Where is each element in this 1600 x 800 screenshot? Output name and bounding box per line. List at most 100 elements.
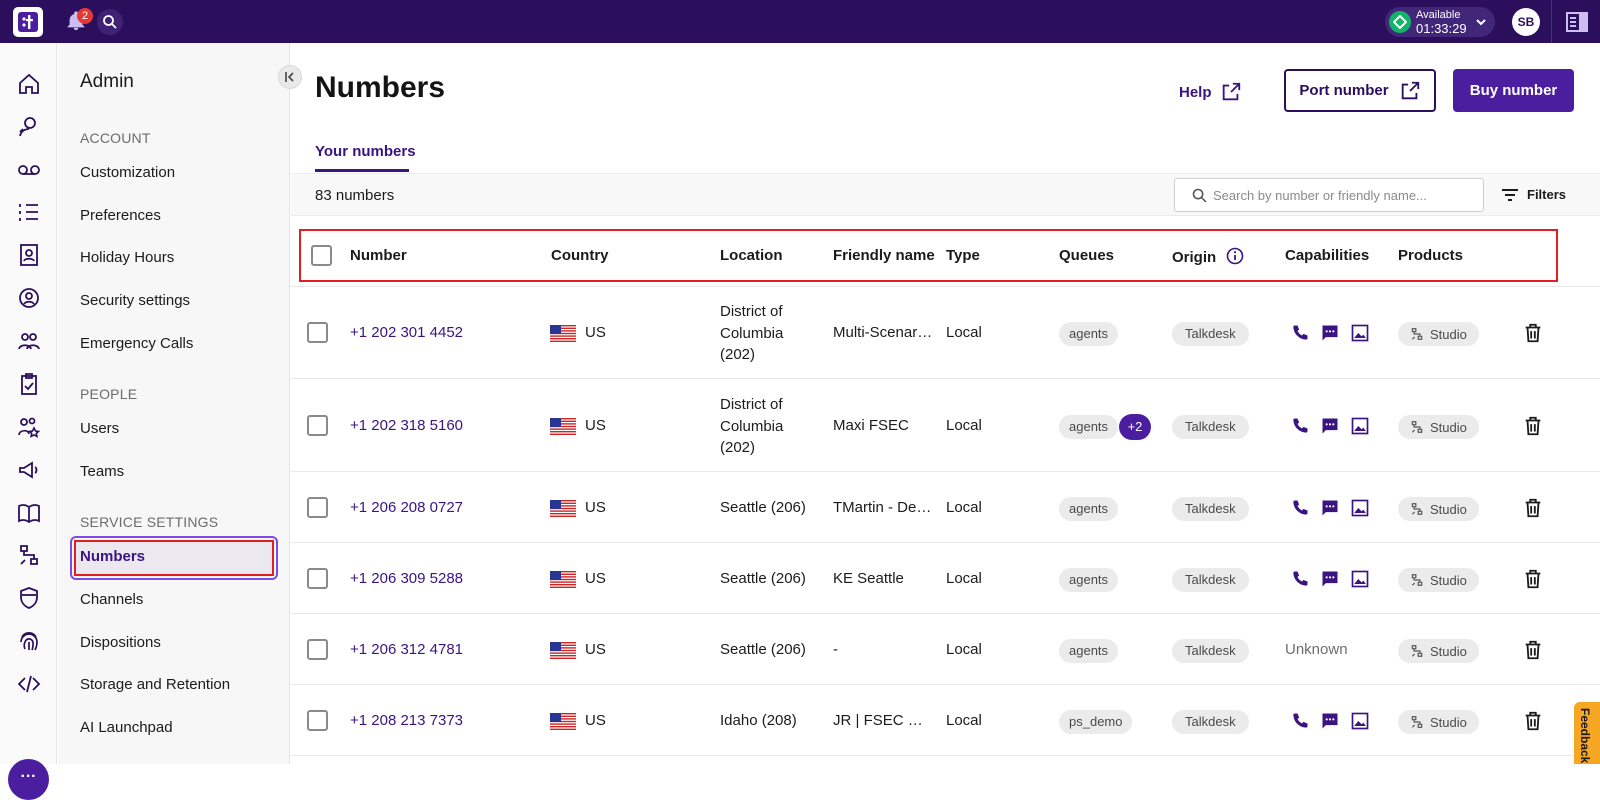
buy-number-button[interactable]: Buy number [1453,69,1574,112]
studio-icon [1411,328,1423,340]
agent-icon[interactable] [17,115,41,139]
product-chip: Studio [1398,639,1479,663]
row-checkbox[interactable] [307,415,328,436]
column-country[interactable]: Country [551,247,609,264]
origin-chip: Talkdesk [1172,497,1249,521]
sidebar-item-preferences[interactable]: Preferences [80,207,161,224]
row-checkbox[interactable] [307,639,328,660]
sidebar-item-channels[interactable]: Channels [80,591,143,608]
sidebar-item-teams[interactable]: Teams [80,463,124,480]
delete-icon[interactable] [1522,497,1544,519]
app-logo[interactable] [13,7,43,37]
table-row[interactable]: +1 206 309 5288 US Seattle (206) KE Seat… [291,544,1600,614]
help-link[interactable]: Help [1179,79,1242,105]
sidebar-item-storage-retention[interactable]: Storage and Retention [80,676,230,693]
contacts-icon[interactable] [17,243,41,267]
global-search-button[interactable] [97,9,123,35]
book-icon[interactable] [17,501,41,525]
table-row[interactable]: +1 202 301 4452 US District of Columbia … [291,287,1600,379]
column-origin-label: Origin [1172,249,1217,266]
table-row[interactable]: +1 202 318 5160 US District of Columbia … [291,380,1600,472]
studio-icon [1411,645,1423,657]
app-rail: ··· [0,43,57,800]
column-number[interactable]: Number [350,247,407,264]
status-selector[interactable]: Available 01:33:29 [1385,7,1495,37]
row-checkbox[interactable] [307,568,328,589]
sidebar-item-users[interactable]: Users [80,420,119,437]
phone-number-link[interactable]: +1 202 301 4452 [350,324,463,341]
search-input[interactable] [1213,180,1475,210]
table-toolbar: 83 numbers Filters [291,173,1600,216]
sidebar-item-holiday-hours[interactable]: Holiday Hours [80,249,174,266]
list-icon[interactable] [17,200,41,224]
info-icon[interactable] [1226,247,1244,265]
table-row[interactable]: +1 206 208 0727 US Seattle (206) TMartin… [291,473,1600,543]
product-label: Studio [1430,643,1467,659]
more-apps-button[interactable]: ··· [8,759,49,800]
column-type[interactable]: Type [946,247,980,264]
delete-icon[interactable] [1522,415,1544,437]
sidebar-item-customization[interactable]: Customization [80,164,175,181]
tab-your-numbers[interactable]: Your numbers [315,143,416,160]
status-indicator-icon [1389,11,1411,33]
voicemail-icon[interactable] [17,158,41,182]
delete-icon[interactable] [1522,710,1544,732]
column-queues[interactable]: Queues [1059,247,1114,264]
feedback-tab[interactable]: Feedback [1574,702,1600,764]
team-icon[interactable] [17,329,41,353]
user-avatar[interactable]: SB [1512,8,1540,36]
studio-icon[interactable] [17,543,41,567]
users-star-icon[interactable] [17,415,41,439]
select-all-checkbox[interactable] [311,245,332,266]
column-capabilities[interactable]: Capabilities [1285,247,1369,264]
product-chip: Studio [1398,322,1479,346]
phone-icon [1293,571,1308,586]
more-queues-badge[interactable]: +2 [1119,414,1151,440]
mms-image-icon [1351,570,1369,588]
sidebar-item-security-settings[interactable]: Security settings [80,292,190,309]
friendly-name: KE Seattle [833,570,904,587]
phone-number-link[interactable]: +1 206 309 5288 [350,570,463,587]
sidebar-item-emergency-calls[interactable]: Emergency Calls [80,335,193,352]
location: Seattle (206) [720,570,806,587]
live-icon[interactable] [17,286,41,310]
code-icon[interactable] [17,672,41,696]
sms-icon [1322,418,1338,434]
country-code: US [585,641,606,658]
megaphone-icon[interactable] [17,458,41,482]
phone-number-link[interactable]: +1 206 312 4781 [350,641,463,658]
help-label: Help [1179,83,1212,101]
search-field[interactable] [1174,178,1484,212]
phone-number-link[interactable]: +1 208 213 7373 [350,712,463,729]
chevron-down-icon [1476,19,1486,26]
table-row[interactable]: +1 206 312 4781 US Seattle (206) - Local… [291,615,1600,685]
port-number-button[interactable]: Port number [1284,69,1436,112]
friendly-name: - [833,641,838,658]
clipboard-icon[interactable] [17,372,41,396]
row-checkbox[interactable] [307,710,328,731]
fingerprint-icon[interactable] [17,629,41,653]
column-products[interactable]: Products [1398,247,1463,264]
delete-icon[interactable] [1522,568,1544,590]
side-panel-icon[interactable] [1566,12,1588,32]
delete-icon[interactable] [1522,322,1544,344]
shield-icon[interactable] [17,586,41,610]
sidebar-item-ai-launchpad[interactable]: AI Launchpad [80,719,173,736]
section-service-settings: SERVICE SETTINGS [80,514,219,530]
mms-image-icon [1351,324,1369,342]
delete-icon[interactable] [1522,639,1544,661]
country-code: US [585,570,606,587]
column-friendly-name[interactable]: Friendly name [833,247,935,264]
section-account: ACCOUNT [80,130,151,146]
row-checkbox[interactable] [307,497,328,518]
filters-button[interactable]: Filters [1501,187,1566,202]
table-row[interactable]: +1 208 213 7373 US Idaho (208) JR | FSEC… [291,686,1600,756]
sidebar-item-dispositions[interactable]: Dispositions [80,634,161,651]
phone-number-link[interactable]: +1 206 208 0727 [350,499,463,516]
sms-icon [1322,571,1338,587]
home-icon[interactable] [17,72,41,96]
column-origin[interactable]: Origin [1172,247,1244,266]
column-location[interactable]: Location [720,247,783,264]
row-checkbox[interactable] [307,322,328,343]
phone-number-link[interactable]: +1 202 318 5160 [350,417,463,434]
